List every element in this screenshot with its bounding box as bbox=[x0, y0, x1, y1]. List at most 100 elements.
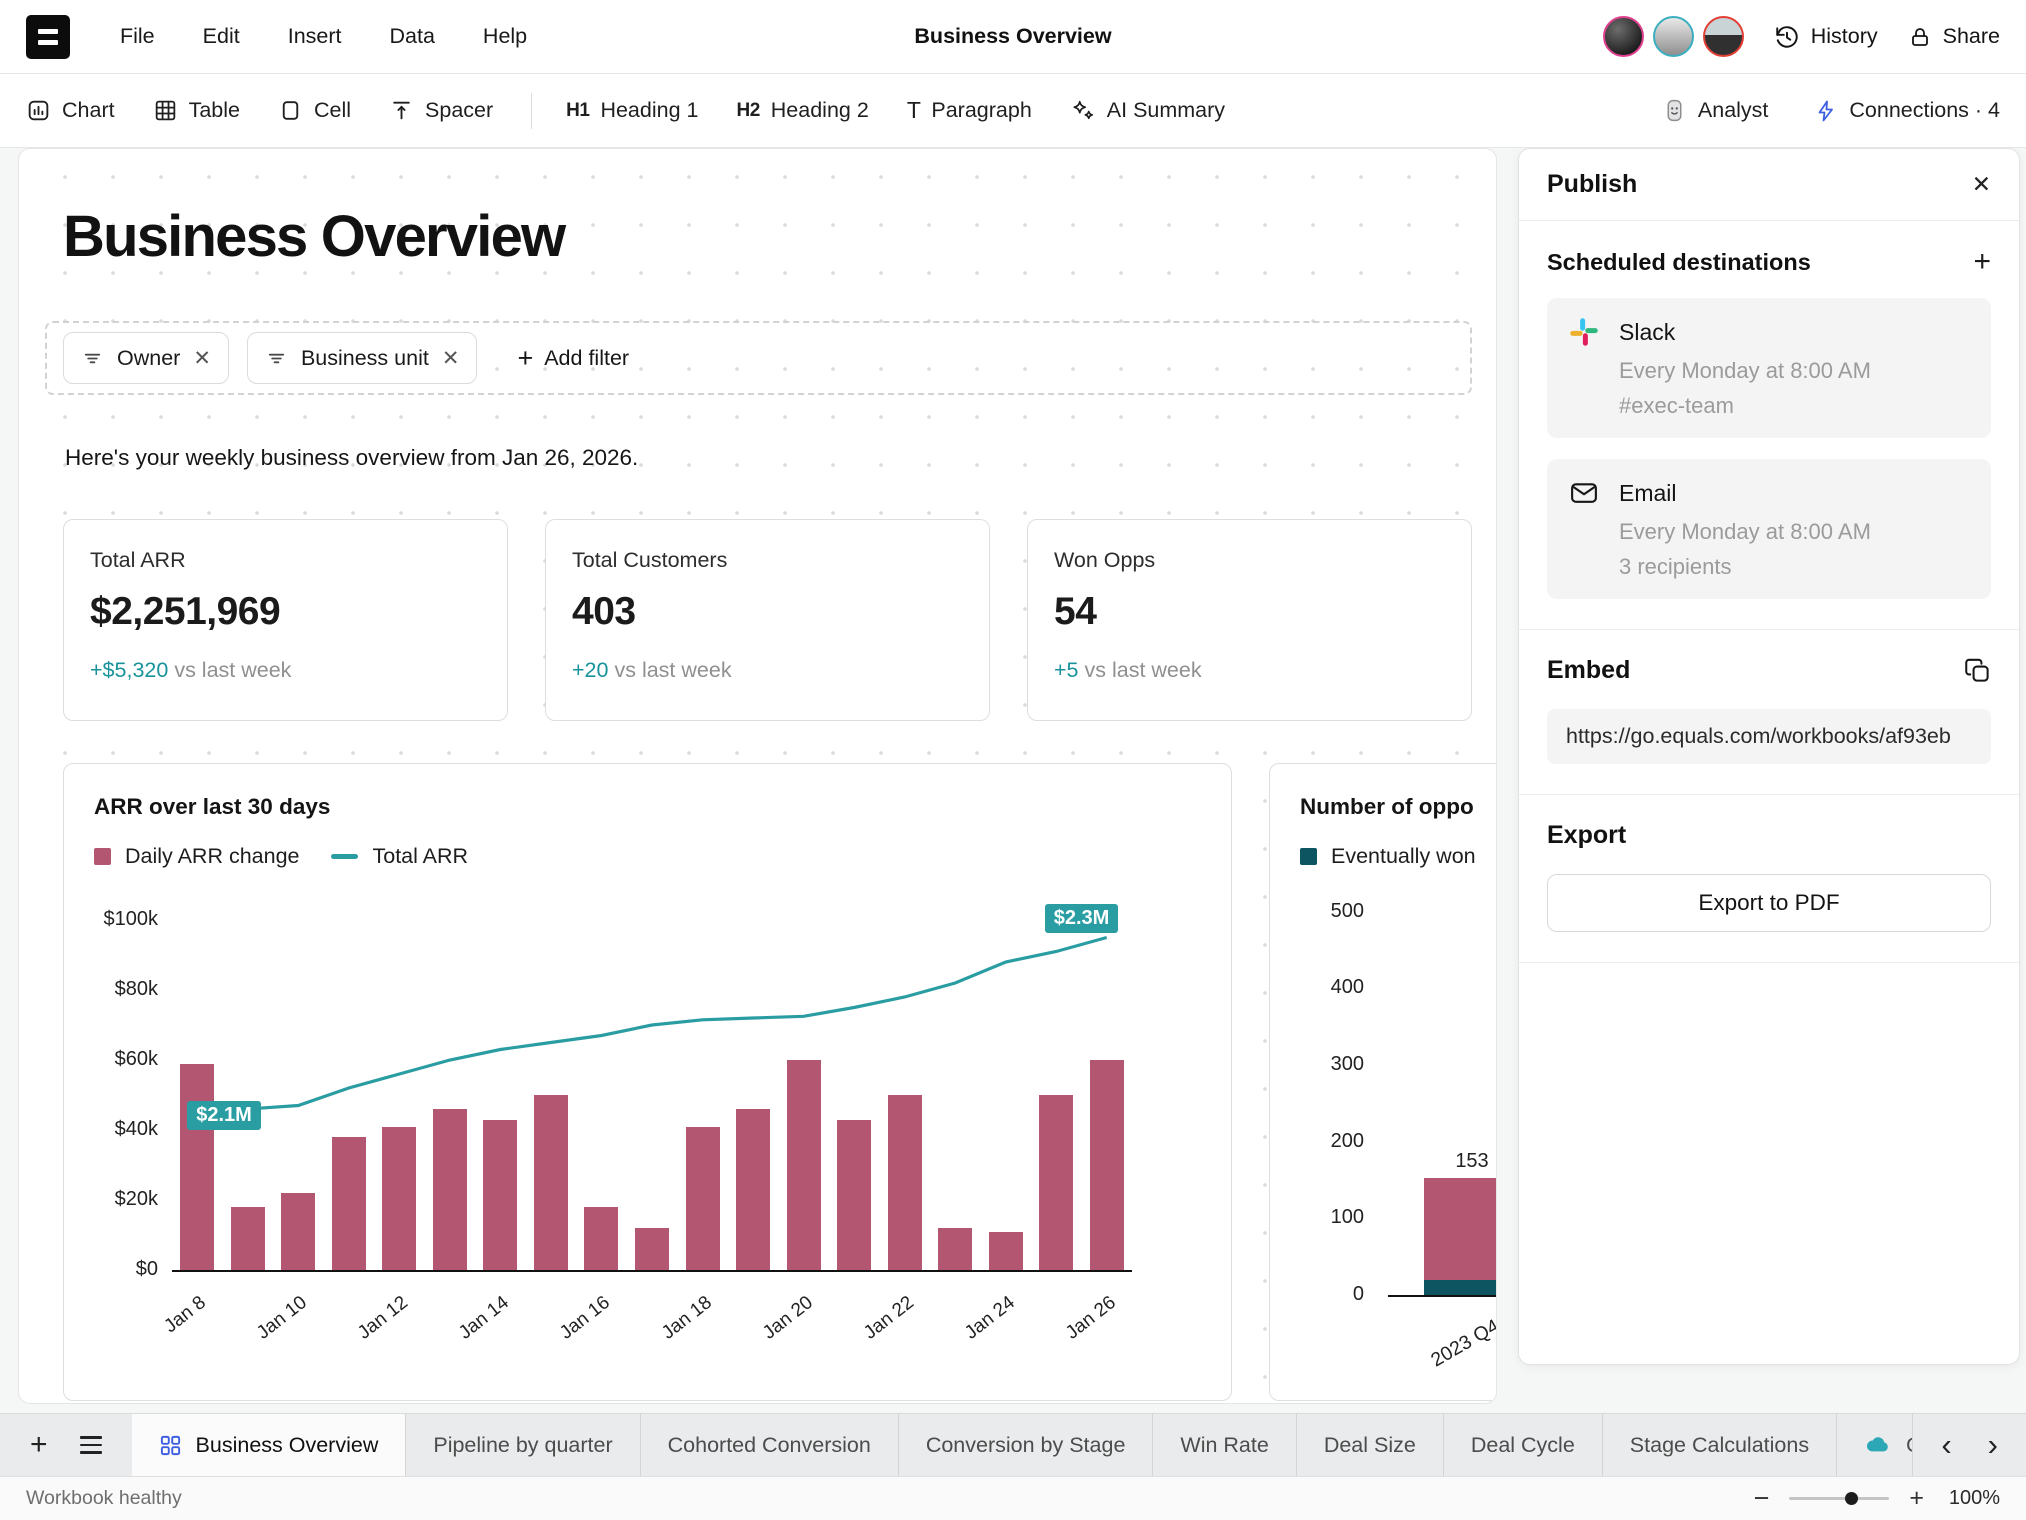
zoom-slider-handle[interactable] bbox=[1845, 1492, 1858, 1505]
add-filter-button[interactable]: + Add filter bbox=[517, 345, 629, 372]
metric-card-total-customers[interactable]: Total Customers 403 +20 vs last week bbox=[545, 519, 990, 721]
document-canvas[interactable]: Business Overview Owner ✕ Business unit … bbox=[18, 148, 1497, 1404]
plus-icon: + bbox=[517, 345, 533, 372]
grid-icon bbox=[159, 1434, 182, 1457]
metric-card-won-opps[interactable]: Won Opps 54 +5 vs last week bbox=[1027, 519, 1472, 721]
y-tick-label: 400 bbox=[1274, 976, 1364, 999]
y-tick-label: 500 bbox=[1274, 900, 1364, 923]
x-tick-label: Jan 10 bbox=[242, 1292, 312, 1354]
y-tick-label: $100k bbox=[68, 908, 158, 931]
metric-delta: +$5,320 bbox=[90, 658, 168, 682]
tab-pipeline-by-quarter[interactable]: Pipeline by quarter bbox=[406, 1414, 640, 1476]
filter-bar: Owner ✕ Business unit ✕ + Add filter bbox=[45, 321, 1472, 395]
tab-stage-calculations[interactable]: Stage Calculations bbox=[1603, 1414, 1837, 1476]
filter-chip-business-unit[interactable]: Business unit ✕ bbox=[247, 332, 478, 384]
equals-logo[interactable] bbox=[26, 15, 70, 59]
ai-summary-button[interactable]: AI Summary bbox=[1070, 98, 1225, 124]
arr-daily-change-bar bbox=[686, 1127, 720, 1271]
total-arr-line bbox=[64, 764, 1232, 1401]
menu-data[interactable]: Data bbox=[390, 24, 435, 49]
menu-help[interactable]: Help bbox=[483, 24, 527, 49]
history-button[interactable]: History bbox=[1774, 24, 1878, 50]
copy-icon[interactable] bbox=[1964, 657, 1991, 684]
x-tick-label: Jan 26 bbox=[1050, 1292, 1120, 1354]
arr-chart-card[interactable]: ARR over last 30 days Daily ARR change T… bbox=[63, 763, 1232, 1401]
avatar[interactable] bbox=[1653, 16, 1694, 57]
chevron-right-icon[interactable]: › bbox=[1988, 1427, 1998, 1463]
metric-value: 403 bbox=[572, 590, 963, 634]
add-destination-button[interactable]: + bbox=[1973, 247, 1991, 277]
export-to-pdf-button[interactable]: Export to PDF bbox=[1547, 874, 1991, 932]
intro-paragraph[interactable]: Here's your weekly business overview fro… bbox=[65, 445, 638, 471]
zoom-level: 100% bbox=[1944, 1487, 2000, 1510]
insert-chart-button[interactable]: Chart bbox=[26, 98, 115, 123]
avatar[interactable] bbox=[1703, 16, 1744, 57]
opps-total-bar bbox=[1424, 1178, 1497, 1280]
tab-deal-size[interactable]: Deal Size bbox=[1297, 1414, 1444, 1476]
arr-daily-change-bar bbox=[736, 1109, 770, 1270]
opps-chart-card[interactable]: Number of oppo Eventually won 5004003002… bbox=[1269, 763, 1497, 1401]
zoom-in-button[interactable]: + bbox=[1909, 1484, 1924, 1513]
share-button[interactable]: Share bbox=[1908, 24, 2000, 49]
avatar[interactable] bbox=[1603, 16, 1644, 57]
filter-icon bbox=[81, 347, 104, 370]
filter-chip-owner[interactable]: Owner ✕ bbox=[63, 332, 229, 384]
remove-filter-icon[interactable]: ✕ bbox=[442, 346, 460, 371]
destination-email[interactable]: Email Every Monday at 8:00 AM 3 recipien… bbox=[1547, 459, 1991, 599]
tab-conversion-by-stage[interactable]: Conversion by Stage bbox=[899, 1414, 1154, 1476]
menu-bar-right: History Share bbox=[1603, 16, 2000, 57]
insert-chart-label: Chart bbox=[62, 98, 115, 123]
zoom-slider[interactable] bbox=[1789, 1497, 1889, 1500]
destination-slack[interactable]: Slack Every Monday at 8:00 AM #exec-team bbox=[1547, 298, 1991, 438]
metric-label: Total Customers bbox=[572, 548, 963, 573]
analyst-button[interactable]: Analyst bbox=[1662, 98, 1769, 123]
publish-panel-header: Publish ✕ bbox=[1519, 149, 2019, 221]
heading2-button[interactable]: H2 Heading 2 bbox=[736, 98, 868, 123]
paragraph-label: Paragraph bbox=[931, 98, 1031, 123]
sheet-list-button[interactable] bbox=[80, 1436, 102, 1454]
metric-comparison: vs last week bbox=[174, 658, 291, 682]
arr-daily-change-bar bbox=[938, 1228, 972, 1270]
insert-cell-button[interactable]: Cell bbox=[278, 98, 351, 123]
embed-url-field[interactable]: https://go.equals.com/workbooks/af93eb bbox=[1547, 709, 1991, 764]
menu-insert[interactable]: Insert bbox=[288, 24, 342, 49]
x-axis-line bbox=[1388, 1295, 1497, 1297]
tab-deal-cycle[interactable]: Deal Cycle bbox=[1444, 1414, 1603, 1476]
app-menus: File Edit Insert Data Help bbox=[120, 24, 527, 49]
tab-opportunities[interactable]: Oppo bbox=[1837, 1414, 1912, 1476]
heading1-button[interactable]: H1 Heading 1 bbox=[566, 98, 698, 123]
analyst-smiley-icon bbox=[1662, 98, 1687, 123]
paragraph-button[interactable]: T Paragraph bbox=[907, 97, 1032, 124]
remove-filter-icon[interactable]: ✕ bbox=[193, 346, 211, 371]
insert-table-button[interactable]: Table bbox=[153, 98, 240, 123]
status-bar: Workbook healthy − + 100% bbox=[0, 1476, 2026, 1520]
zoom-controls: − + 100% bbox=[1754, 1483, 2000, 1514]
insert-spacer-button[interactable]: Spacer bbox=[389, 98, 493, 123]
menu-edit[interactable]: Edit bbox=[203, 24, 240, 49]
scheduled-destinations-section: Scheduled destinations + Slack Every Mon… bbox=[1519, 221, 2019, 630]
page-title[interactable]: Business Overview bbox=[63, 203, 564, 270]
tab-label: Deal Cycle bbox=[1471, 1433, 1575, 1458]
scheduled-destinations-heading: Scheduled destinations bbox=[1547, 249, 1811, 276]
menu-file[interactable]: File bbox=[120, 24, 155, 49]
metric-card-total-arr[interactable]: Total ARR $2,251,969 +$5,320 vs last wee… bbox=[63, 519, 508, 721]
filter-chip-label: Owner bbox=[117, 346, 180, 371]
add-sheet-button[interactable]: + bbox=[30, 1430, 48, 1460]
chevron-left-icon[interactable]: ‹ bbox=[1941, 1427, 1951, 1463]
tab-business-overview[interactable]: Business Overview bbox=[132, 1414, 407, 1476]
toolbar: Chart Table Cell Spacer H1 Heading 1 H2 bbox=[0, 74, 2026, 148]
connections-button[interactable]: Connections · 4 bbox=[1814, 98, 2000, 123]
arr-daily-change-bar bbox=[332, 1137, 366, 1270]
tab-cohorted-conversion[interactable]: Cohorted Conversion bbox=[641, 1414, 899, 1476]
history-icon bbox=[1774, 24, 1800, 50]
zoom-out-button[interactable]: − bbox=[1754, 1483, 1770, 1514]
toolbar-divider bbox=[531, 93, 532, 129]
line-end-label: $2.3M bbox=[1045, 904, 1119, 933]
history-label: History bbox=[1811, 24, 1878, 49]
y-tick-label: 300 bbox=[1274, 1053, 1364, 1076]
arr-daily-change-bar bbox=[180, 1064, 214, 1271]
tab-win-rate[interactable]: Win Rate bbox=[1153, 1414, 1296, 1476]
metric-delta-row: +5 vs last week bbox=[1054, 658, 1445, 683]
y-tick-label: 200 bbox=[1274, 1130, 1364, 1153]
close-icon[interactable]: ✕ bbox=[1972, 171, 1991, 198]
